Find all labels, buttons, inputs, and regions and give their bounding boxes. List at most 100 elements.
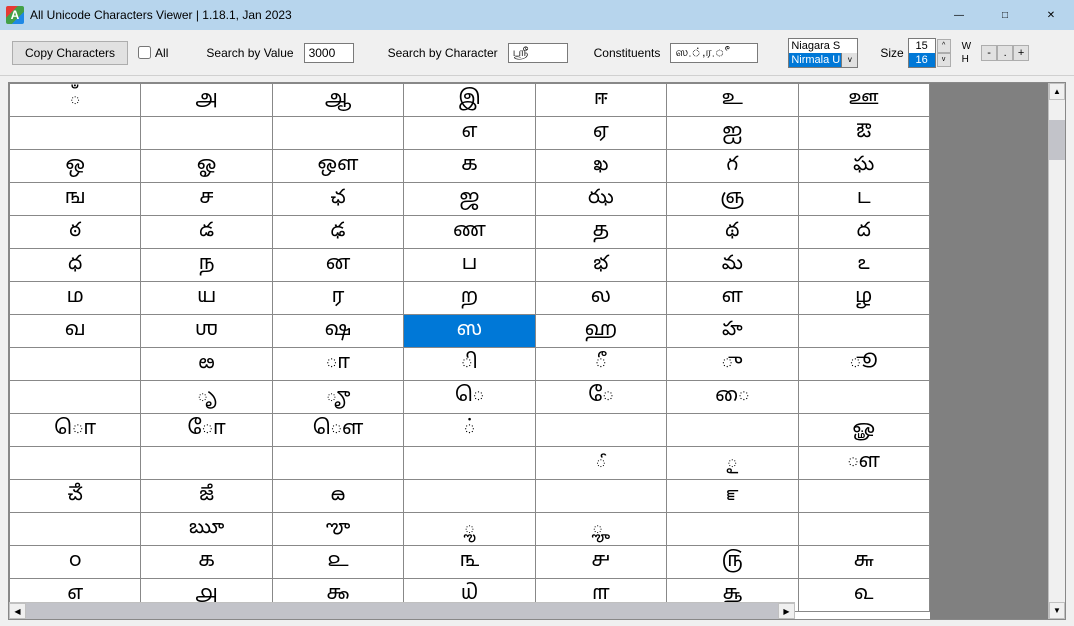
close-button[interactable]: ✕ <box>1028 0 1074 30</box>
size-option-1[interactable]: 16 <box>909 53 935 67</box>
search-char-input[interactable] <box>508 43 568 63</box>
vscroll-up-icon[interactable]: ▲ <box>1049 83 1065 100</box>
char-cell[interactable]: ே <box>535 381 666 414</box>
size-option-0[interactable]: 15 <box>909 39 935 53</box>
char-cell[interactable]: ங <box>10 183 141 216</box>
all-checkbox[interactable] <box>138 46 151 59</box>
char-cell[interactable]: ெ <box>404 381 535 414</box>
char-cell[interactable]: ௩ <box>404 546 535 579</box>
char-cell[interactable]: గ <box>667 150 798 183</box>
char-cell[interactable]: ஷ <box>272 315 403 348</box>
char-cell[interactable]: ழ <box>798 282 929 315</box>
char-cell[interactable]: ౅ <box>10 381 141 414</box>
char-cell[interactable]: ௐ <box>798 414 929 447</box>
char-cell[interactable]: ம <box>10 282 141 315</box>
char-cell[interactable]: ఝ <box>535 183 666 216</box>
char-cell[interactable]: ౜ <box>535 480 666 513</box>
char-cell[interactable]: ౥ <box>798 513 929 546</box>
char-cell[interactable]: ఖ <box>535 150 666 183</box>
char-cell[interactable]: ೒ <box>141 447 272 480</box>
char-cell[interactable]: அ <box>141 84 272 117</box>
char-cell[interactable]: ఔ <box>798 117 929 150</box>
char-cell[interactable]: ద <box>798 216 929 249</box>
char-cell[interactable]: ஆ <box>272 84 403 117</box>
size-down-icon[interactable]: v <box>937 53 951 67</box>
char-cell[interactable]: ஒ <box>10 150 141 183</box>
char-cell[interactable]: ௬ <box>798 546 929 579</box>
char-cell[interactable]: ௫ <box>667 546 798 579</box>
char-cell[interactable]: ய <box>141 282 272 315</box>
char-cell[interactable]: ர <box>272 282 403 315</box>
hscroll-thumb[interactable] <box>26 603 778 619</box>
char-cell[interactable]: ஶ <box>141 315 272 348</box>
char-cell[interactable]: ౞ <box>798 480 929 513</box>
char-cell[interactable]: த <box>535 216 666 249</box>
char-cell[interactable]: ூ <box>798 348 929 381</box>
char-cell[interactable]: ந <box>141 249 272 282</box>
char-cell[interactable]: ஞ <box>667 183 798 216</box>
char-cell[interactable]: ౔ <box>404 447 535 480</box>
char-cell[interactable]: ౉ <box>798 381 929 414</box>
font-dropdown-icon[interactable]: v <box>841 53 857 67</box>
char-cell[interactable]: ఢ <box>272 216 403 249</box>
char-cell[interactable]: ఽ <box>798 249 929 282</box>
char-cell[interactable]: ఛ <box>272 183 403 216</box>
char-cell[interactable]: ா <box>272 348 403 381</box>
maximize-button[interactable]: □ <box>982 0 1028 30</box>
char-cell[interactable]: ஜ <box>404 183 535 216</box>
char-cell[interactable]: ன <box>272 249 403 282</box>
vertical-scrollbar[interactable]: ▲ ▼ <box>1048 83 1065 619</box>
size-up-icon[interactable]: ^ <box>937 39 951 53</box>
char-cell[interactable]: ఻ <box>10 348 141 381</box>
char-cell[interactable]: ட <box>798 183 929 216</box>
char-cell[interactable]: డ <box>141 216 272 249</box>
char-cell[interactable]: க <box>404 150 535 183</box>
char-cell[interactable]: ఑ <box>141 117 272 150</box>
copy-characters-button[interactable]: Copy Characters <box>12 41 128 65</box>
zoom-dot-button[interactable]: . <box>997 45 1013 61</box>
char-cell[interactable]: ல <box>535 282 666 315</box>
char-cell[interactable]: ౟ <box>10 513 141 546</box>
char-cell[interactable]: ௳ <box>798 579 929 612</box>
char-cell[interactable]: ౖ <box>667 447 798 480</box>
char-cell[interactable]: ற <box>404 282 535 315</box>
char-cell[interactable]: எ <box>404 117 535 150</box>
char-cell[interactable]: ౚ <box>272 480 403 513</box>
hscroll-left-icon[interactable]: ◀ <box>9 603 26 619</box>
char-cell[interactable]: ௌ <box>272 414 403 447</box>
char-cell[interactable]: ౡ <box>272 513 403 546</box>
hscroll-right-icon[interactable]: ▶ <box>778 603 795 619</box>
char-cell[interactable]: మ <box>667 249 798 282</box>
char-cell[interactable]: இ <box>404 84 535 117</box>
font-option-0[interactable]: Niagara S <box>789 39 857 53</box>
char-cell[interactable]: ஏ <box>535 117 666 150</box>
char-cell[interactable]: வ <box>10 315 141 348</box>
size-select[interactable]: 15 16 ^ v <box>908 38 936 68</box>
horizontal-scrollbar[interactable]: ◀ ▶ <box>9 602 795 619</box>
char-cell[interactable]: భ <box>535 249 666 282</box>
char-cell[interactable]: ொ <box>10 414 141 447</box>
char-cell[interactable]: ் <box>404 414 535 447</box>
char-cell[interactable]: ౝ <box>667 480 798 513</box>
char-cell[interactable]: ஸ <box>404 315 535 348</box>
char-cell[interactable]: ப <box>404 249 535 282</box>
char-cell[interactable]: ீ <box>535 348 666 381</box>
char-cell[interactable]: ை <box>667 381 798 414</box>
char-cell[interactable]: ௨ <box>272 546 403 579</box>
char-cell[interactable]: ౛ <box>404 480 535 513</box>
char-cell[interactable]: ౢ <box>404 513 535 546</box>
char-cell[interactable]: ౓ <box>272 447 403 480</box>
char-cell[interactable]: ఠ <box>10 216 141 249</box>
char-cell[interactable]: ௦ <box>10 546 141 579</box>
char-cell[interactable]: ౘ <box>10 480 141 513</box>
char-cell[interactable]: థ <box>667 216 798 249</box>
char-cell[interactable]: హ <box>667 315 798 348</box>
char-cell[interactable]: ௗ <box>798 447 929 480</box>
char-cell[interactable]: ೉ <box>535 414 666 447</box>
char-cell[interactable]: ௪ <box>535 546 666 579</box>
char-cell[interactable]: ౕ <box>535 447 666 480</box>
char-cell[interactable]: ೑ <box>10 447 141 480</box>
vscroll-thumb[interactable] <box>1049 120 1065 160</box>
all-checkbox-label[interactable]: All <box>138 46 168 60</box>
char-cell[interactable]: ஊ <box>798 84 929 117</box>
